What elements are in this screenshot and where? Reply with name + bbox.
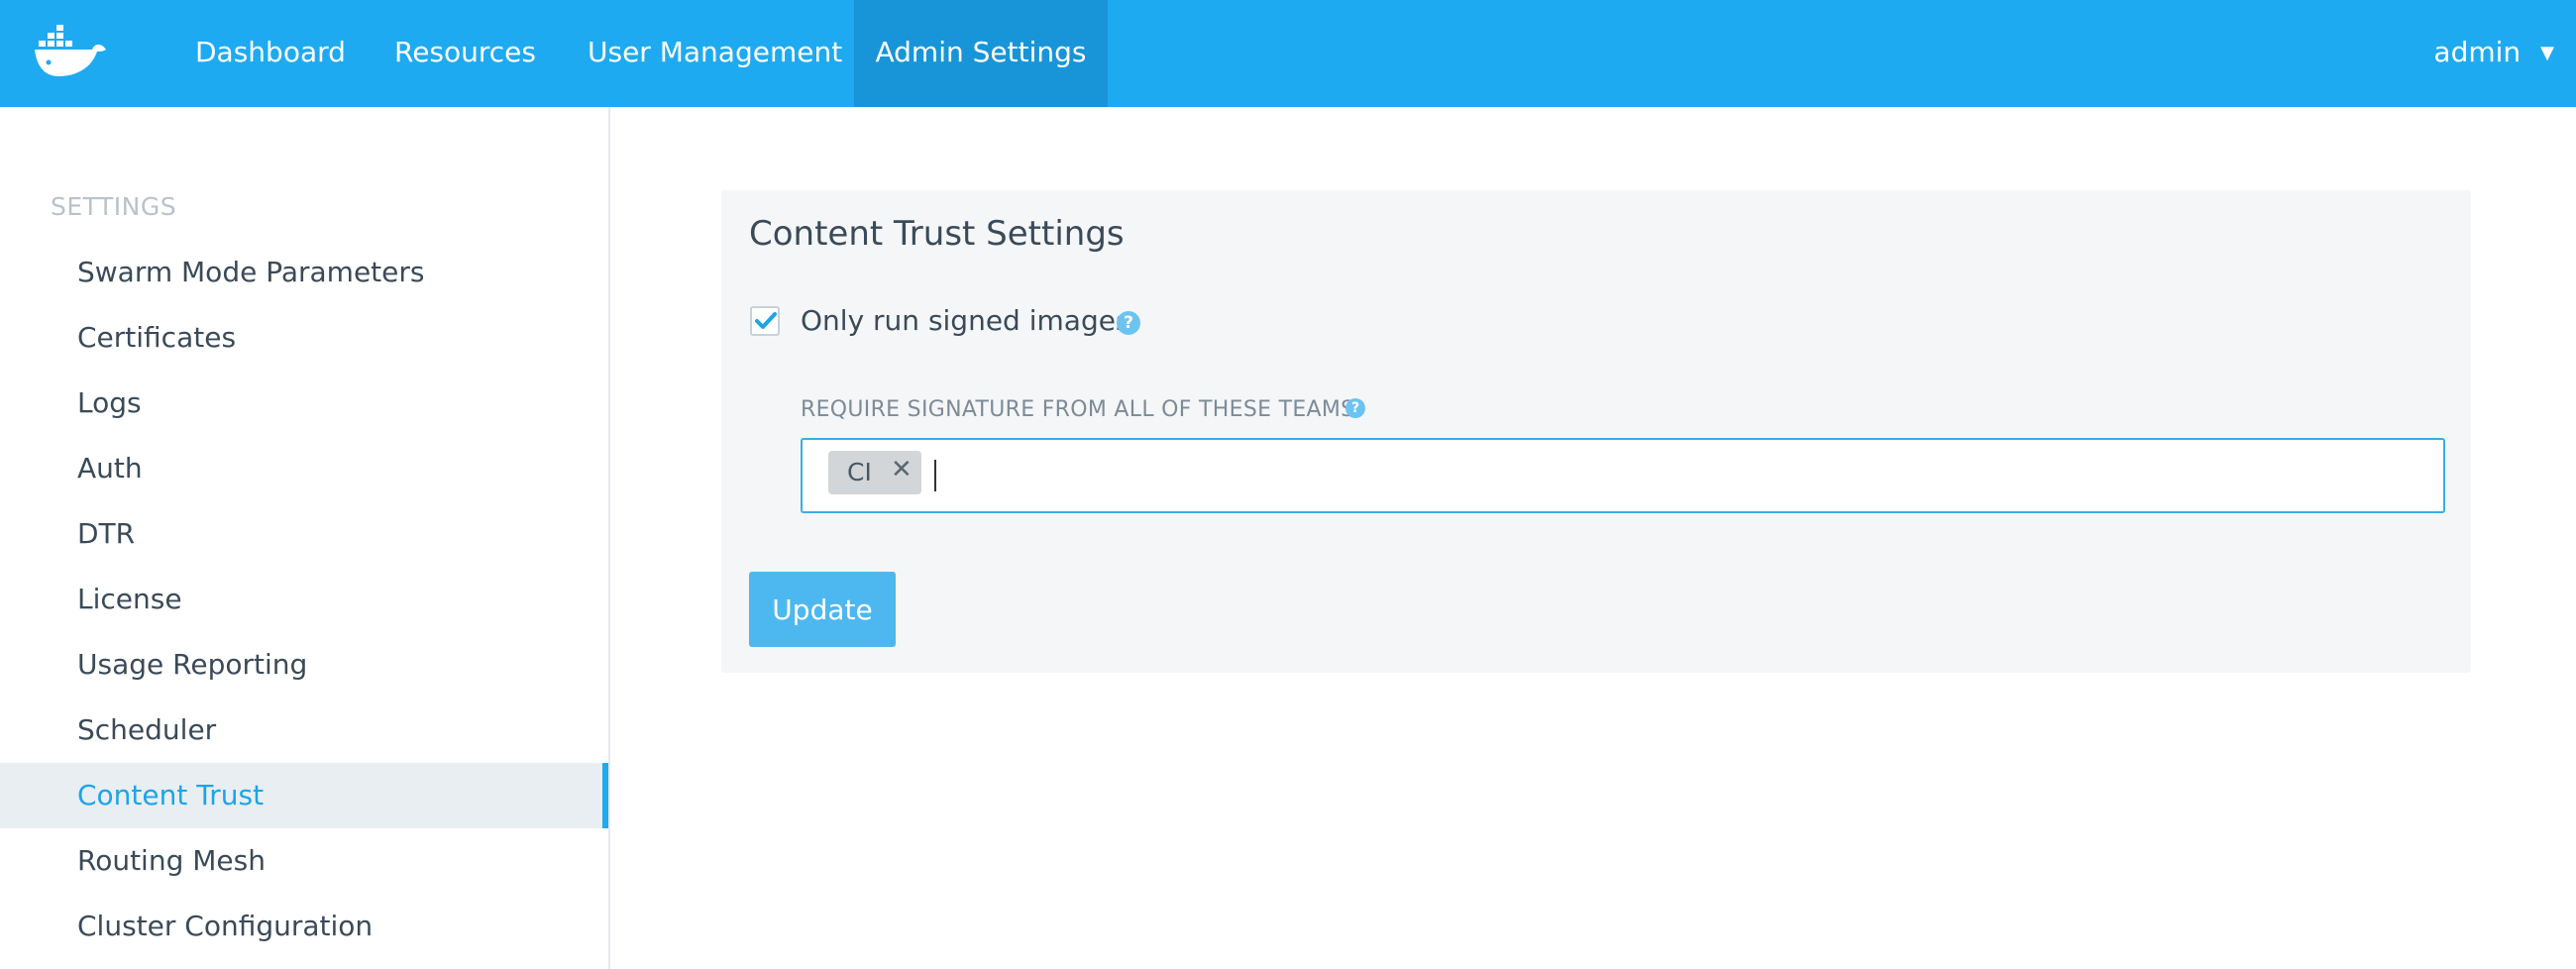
docker-logo-icon[interactable]	[35, 25, 106, 80]
teams-tag-input[interactable]: CI ✕	[801, 438, 2445, 513]
teams-field-label: REQUIRE SIGNATURE FROM ALL OF THESE TEAM…	[801, 397, 1355, 422]
sidebar-item-routing-mesh[interactable]: Routing Mesh	[0, 828, 608, 894]
nav-resources[interactable]: Resources	[394, 0, 536, 107]
nav-resources-label: Resources	[394, 36, 536, 68]
top-navbar: Dashboard Resources User Management Admi…	[0, 0, 2576, 107]
sidebar-item-label: Certificates	[77, 321, 237, 354]
nav-admin-settings[interactable]: Admin Settings	[854, 0, 1108, 107]
caret-down-icon: ▼	[2540, 43, 2554, 63]
signed-images-checkbox[interactable]	[750, 306, 780, 336]
user-name: admin	[2433, 36, 2522, 68]
sidebar-item-scheduler[interactable]: Scheduler	[0, 698, 608, 763]
sidebar-item-label: Logs	[77, 386, 142, 419]
sidebar-item-usage-reporting[interactable]: Usage Reporting	[0, 632, 608, 698]
sidebar-item-label: License	[77, 583, 182, 615]
panel-title: Content Trust Settings	[749, 214, 1125, 254]
sidebar-item-label: Swarm Mode Parameters	[77, 256, 425, 288]
update-button[interactable]: Update	[749, 572, 896, 647]
team-tag: CI ✕	[828, 451, 921, 494]
signed-images-label: Only run signed images	[801, 304, 1130, 337]
sidebar-item-dtr[interactable]: DTR	[0, 501, 608, 567]
nav-dashboard[interactable]: Dashboard	[195, 0, 346, 107]
sidebar-item-label: Scheduler	[77, 713, 217, 746]
sidebar-item-label: Content Trust	[77, 779, 265, 811]
sidebar-item-label: Routing Mesh	[77, 844, 266, 877]
nav-admin-settings-label: Admin Settings	[875, 36, 1087, 68]
sidebar-item-certificates[interactable]: Certificates	[0, 305, 608, 371]
question-circle-icon[interactable]: ?	[1117, 311, 1140, 335]
close-x-icon[interactable]: ✕	[891, 455, 912, 484]
sidebar-item-swarm-mode-parameters[interactable]: Swarm Mode Parameters	[0, 240, 608, 305]
user-menu[interactable]: admin ▼	[2433, 0, 2554, 107]
checkmark-icon	[755, 312, 777, 329]
question-circle-icon[interactable]: ?	[1345, 398, 1365, 418]
text-cursor	[934, 460, 936, 491]
sidebar-item-label: Usage Reporting	[77, 648, 308, 681]
sidebar-item-auth[interactable]: Auth	[0, 436, 608, 501]
nav-user-management-label: User Management	[588, 36, 843, 68]
sidebar-heading: SETTINGS	[51, 192, 177, 221]
sidebar-item-license[interactable]: License	[0, 567, 608, 632]
nav-user-management[interactable]: User Management	[588, 0, 842, 107]
sidebar-item-cluster-configuration[interactable]: Cluster Configuration	[0, 894, 608, 959]
sidebar-item-label: DTR	[77, 517, 136, 550]
team-tag-label: CI	[847, 458, 872, 486]
sidebar-item-content-trust[interactable]: Content Trust	[0, 763, 608, 828]
sidebar-item-label: Auth	[77, 452, 143, 484]
settings-sidebar: SETTINGS Swarm Mode Parameters Certifica…	[0, 107, 610, 969]
content-trust-panel: Content Trust Settings Only run signed i…	[721, 190, 2471, 673]
nav-dashboard-label: Dashboard	[195, 36, 346, 68]
sidebar-item-label: Cluster Configuration	[77, 910, 374, 942]
sidebar-item-logs[interactable]: Logs	[0, 371, 608, 436]
